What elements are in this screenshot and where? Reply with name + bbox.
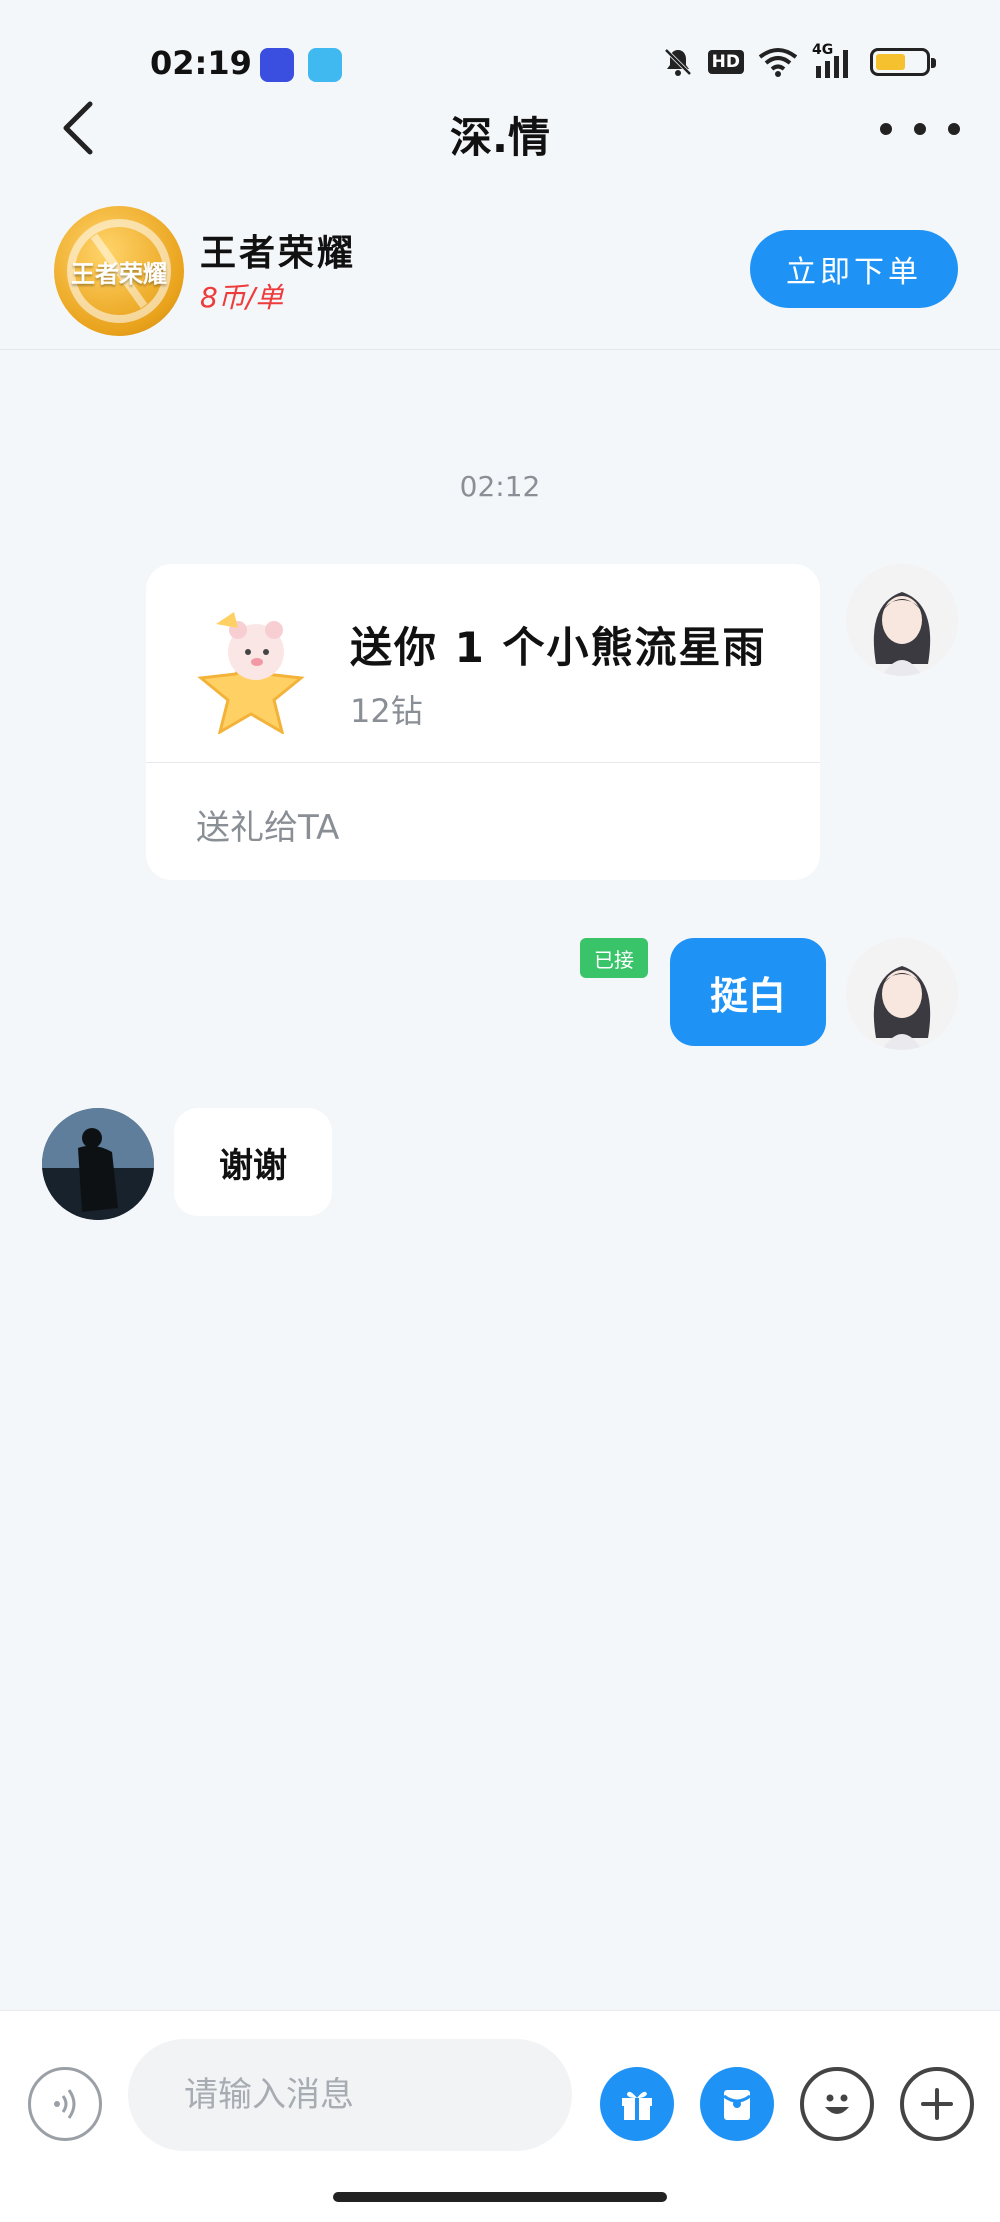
network-type: 4G [812, 42, 834, 58]
avatar[interactable] [42, 1108, 154, 1220]
bell-muted-icon [664, 48, 692, 76]
sent-message-bubble[interactable]: 挺白 [670, 938, 826, 1046]
smiley-icon [825, 2094, 849, 2114]
avatar[interactable] [846, 938, 958, 1050]
gift-message-card[interactable]: 送你 1 个小熊流星雨 12钻 送礼给TA [146, 564, 820, 880]
more-dot-icon [880, 123, 892, 135]
wifi-icon [758, 48, 798, 77]
more-actions-button[interactable] [900, 2067, 974, 2141]
gift-price: 12钻 [350, 692, 423, 730]
game-logo-text: 王者荣耀 [71, 259, 167, 288]
received-message-bubble[interactable]: 谢谢 [174, 1108, 332, 1216]
red-packet-button[interactable] [700, 2067, 774, 2141]
nav-bar: 深.情 [0, 90, 1000, 170]
input-bar [0, 2010, 1000, 2222]
home-indicator[interactable] [333, 2192, 667, 2202]
message-timestamp: 02:12 [459, 470, 541, 503]
page-title: 深.情 [450, 113, 550, 162]
gift-button[interactable] [600, 2067, 674, 2141]
avatar[interactable] [846, 564, 958, 676]
service-header: 王者荣耀 王者荣耀 8币/单 立即下单 [0, 190, 1000, 350]
gift-box-icon [622, 2091, 652, 2120]
notification-app-icon [260, 48, 294, 82]
message-input[interactable] [128, 2039, 572, 2151]
chat-app-icon [308, 48, 342, 82]
bear-meteor-gift-icon [197, 612, 305, 734]
hd-icon: HD [707, 50, 744, 74]
user-avatar-girl [846, 564, 958, 676]
plus-icon [921, 2088, 953, 2120]
red-packet-icon [723, 2090, 751, 2120]
voice-icon [54, 2089, 76, 2119]
more-dot-icon [914, 123, 926, 135]
more-options-button[interactable] [880, 104, 960, 154]
voice-input-button[interactable] [28, 2067, 102, 2141]
status-bar: 02:19 HD 4G [0, 0, 1000, 100]
more-dot-icon [948, 123, 960, 135]
user-avatar-boy [42, 1108, 154, 1220]
send-gift-link[interactable]: 送礼给TA [196, 800, 339, 849]
status-icons: HD 4G [662, 42, 936, 78]
order-now-button[interactable]: 立即下单 [750, 230, 958, 308]
game-name: 王者荣耀 [200, 233, 357, 274]
game-price: 8币/单 [200, 281, 284, 314]
user-avatar-girl [846, 938, 958, 1050]
accepted-badge: 已接 [580, 938, 648, 978]
signal-4g-icon: 4G [812, 42, 856, 78]
emoji-button[interactable] [800, 2067, 874, 2141]
battery-icon [870, 48, 936, 76]
status-time: 02:19 [150, 44, 252, 82]
gift-title: 送你 1 个小熊流星雨 [350, 623, 767, 672]
divider [146, 762, 820, 763]
game-logo: 王者荣耀 [54, 206, 184, 336]
